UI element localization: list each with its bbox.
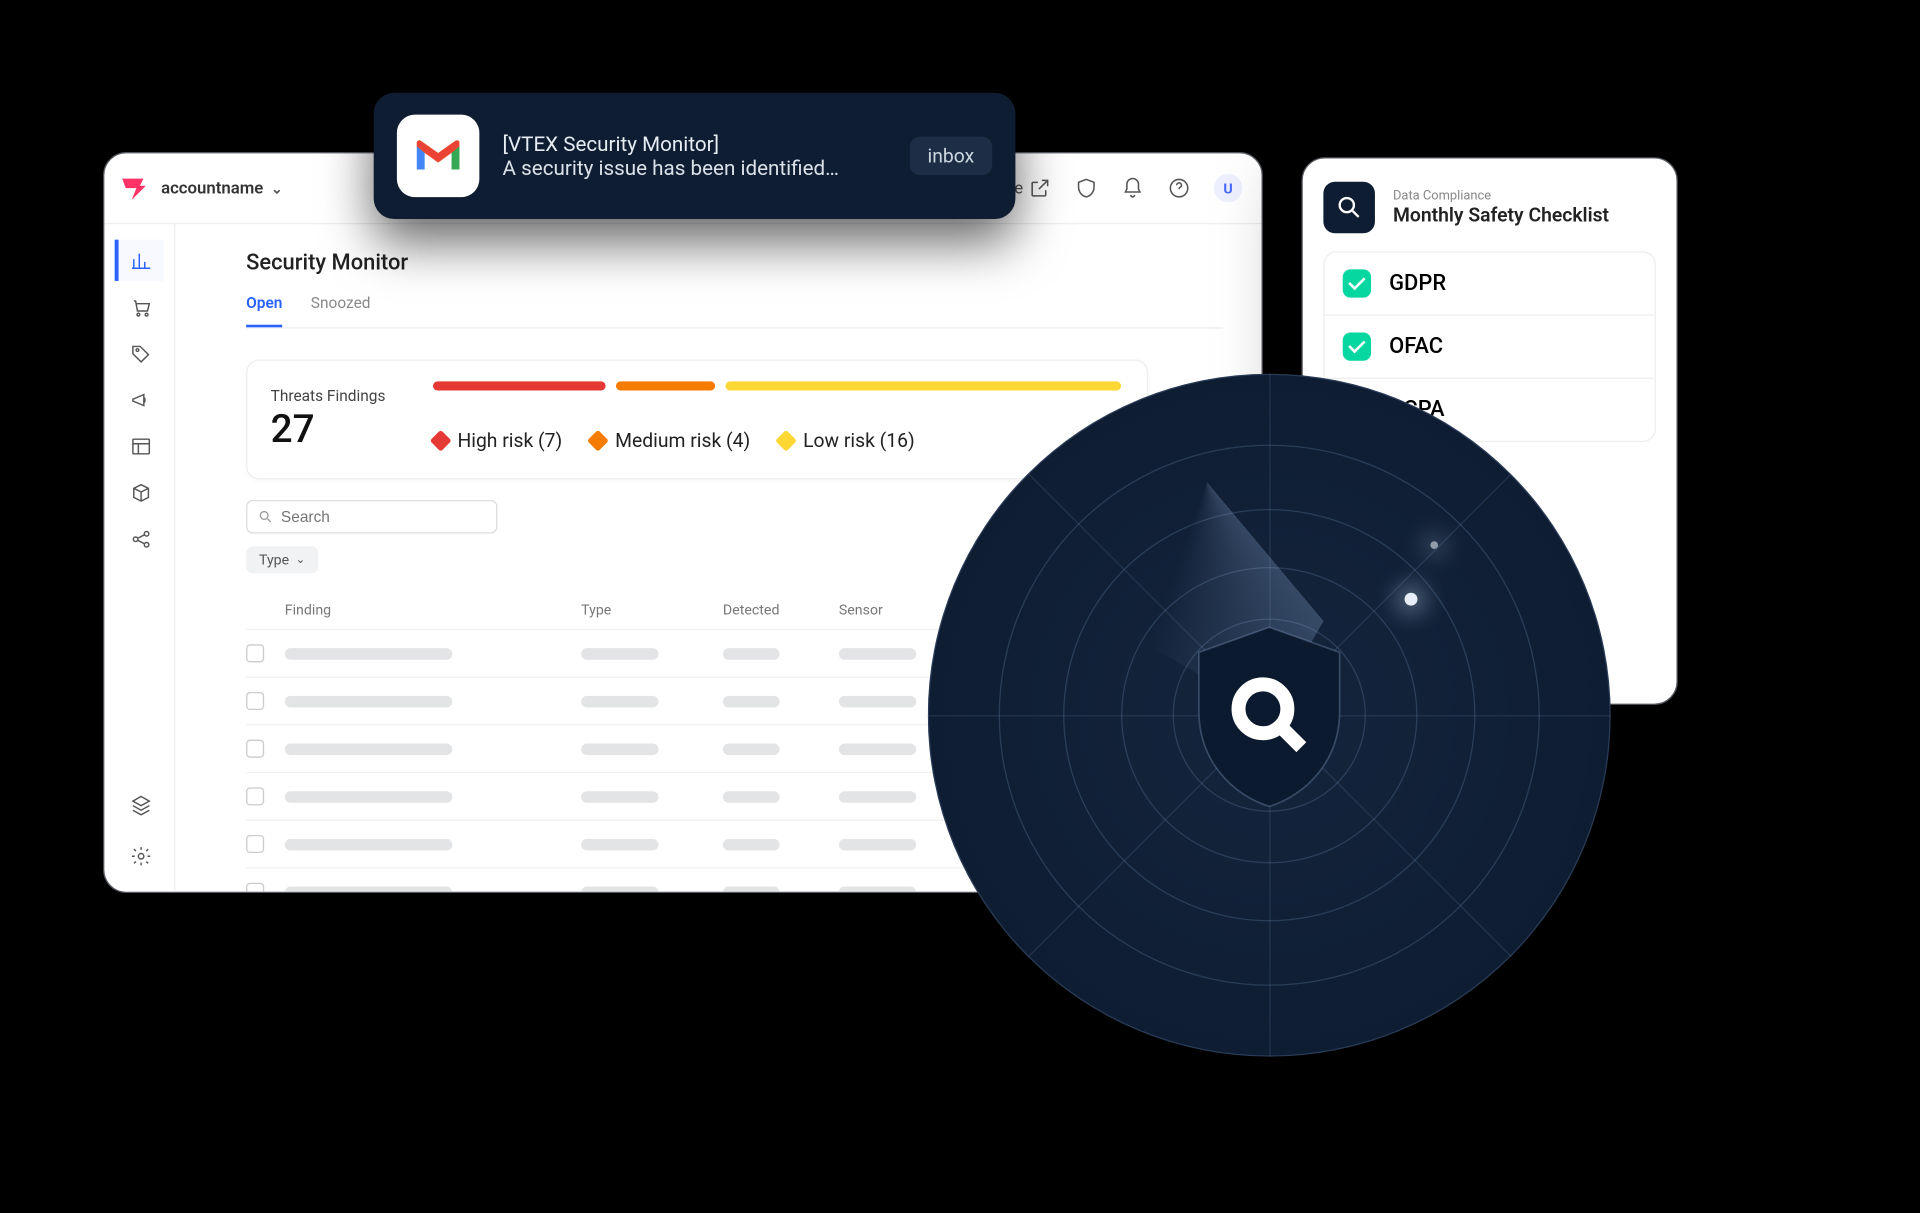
sidebar-item-orders[interactable] [115,286,164,327]
sidebar-item-share[interactable] [115,518,164,559]
diamond-medium-icon [587,430,609,452]
cart-icon [130,296,152,318]
row-checkbox[interactable] [246,692,264,710]
share-icon [130,528,152,550]
row-checkbox[interactable] [246,740,264,758]
row-checkbox[interactable] [246,835,264,853]
account-switcher[interactable]: accountname ⌄ [161,178,283,197]
th-detected: Detected [723,602,839,619]
compliance-item-gdpr[interactable]: GDPR [1325,253,1655,315]
search-input[interactable] [281,508,486,526]
row-checkbox[interactable] [246,883,264,892]
shield-search-icon [1186,619,1354,812]
chevron-down-icon: ⌄ [296,553,306,566]
compliance-item-ofac[interactable]: OFAC [1325,314,1655,377]
megaphone-icon [130,389,152,411]
tab-open[interactable]: Open [246,294,282,328]
tab-bar: Open Snoozed [246,294,1223,329]
layers-icon [130,793,152,815]
external-link-icon [1028,177,1051,200]
radar-blip-icon [1405,593,1418,606]
legend-high: High risk (7) [433,429,562,452]
legend-low: Low risk (16) [779,429,915,452]
cube-icon [130,481,152,503]
toast-title: [VTEX Security Monitor] [503,131,887,155]
chart-bar-icon [130,249,152,271]
findings-label: Threats Findings [271,387,400,405]
search-icon [258,509,273,524]
tab-snoozed[interactable]: Snoozed [311,294,371,328]
layout-icon [130,435,152,457]
chevron-down-icon: ⌄ [271,180,283,197]
account-name: accountname [161,178,263,197]
row-checkbox[interactable] [246,787,264,805]
avatar[interactable]: U [1214,174,1242,202]
row-checkbox[interactable] [246,644,264,662]
sidebar-item-layout[interactable] [115,425,164,466]
bar-medium-risk [616,381,715,390]
help-icon[interactable] [1167,177,1190,200]
vtex-logo-icon [120,174,148,202]
radar-blip-icon [1430,541,1438,549]
sidebar [104,224,175,891]
compliance-subtitle: Data Compliance [1393,189,1609,203]
page-title: Security Monitor [246,250,1261,276]
findings-total: 27 [271,407,400,452]
type-filter[interactable]: Type ⌄ [246,546,318,573]
sidebar-item-dashboard[interactable] [115,240,164,281]
sidebar-item-marketing[interactable] [115,379,164,420]
legend-medium: Medium risk (4) [591,429,751,452]
sidebar-item-layers[interactable] [115,783,164,824]
sidebar-item-pricing[interactable] [115,332,164,373]
checkbox-checked-icon[interactable] [1343,332,1371,360]
bar-high-risk [433,381,606,390]
gear-icon [130,845,152,867]
magnifier-tile-icon [1323,182,1375,234]
search-box[interactable] [246,500,497,534]
header-actions: …ore U [988,153,1242,223]
toast-body: A security issue has been identified… [503,156,887,180]
th-type: Type [581,602,723,619]
bell-icon[interactable] [1121,177,1144,200]
sidebar-item-catalog[interactable] [115,472,164,513]
toast-badge[interactable]: inbox [909,137,992,176]
radar-graphic [928,374,1611,1057]
sidebar-item-settings[interactable] [115,835,164,876]
gmail-icon [397,115,479,197]
compliance-title: Monthly Safety Checklist [1393,203,1609,226]
diamond-low-icon [775,430,797,452]
shield-icon[interactable] [1075,177,1098,200]
tag-icon [130,342,152,364]
diamond-high-icon [430,430,452,452]
email-notification-toast[interactable]: [VTEX Security Monitor] A security issue… [374,93,1016,219]
checkbox-checked-icon[interactable] [1343,269,1371,297]
th-finding: Finding [285,602,581,619]
